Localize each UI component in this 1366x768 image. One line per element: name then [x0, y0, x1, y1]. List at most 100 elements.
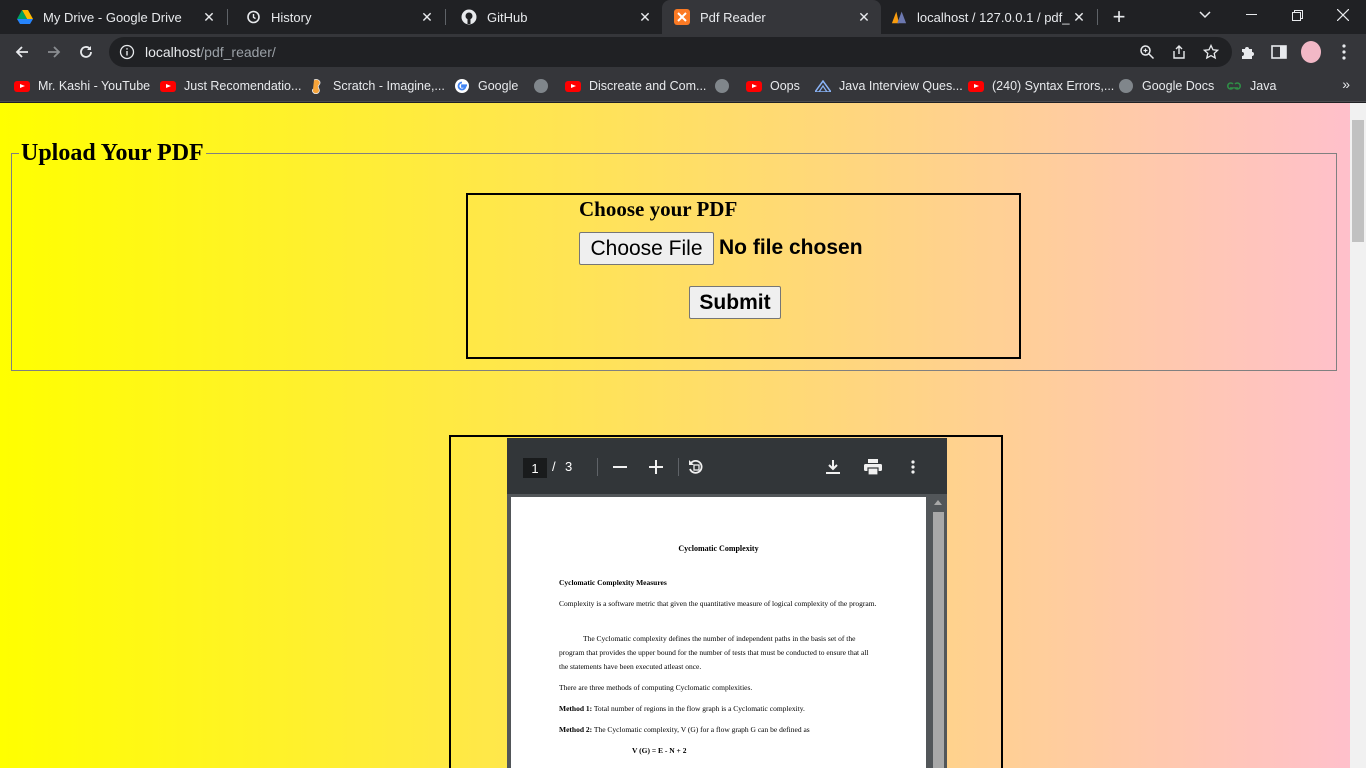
tab-pdf-reader[interactable]: Pdf Reader ✕ [662, 0, 881, 34]
bookmark-item[interactable] [714, 76, 738, 96]
site-icon [815, 78, 831, 94]
method-1-label: Method 1: [559, 704, 593, 713]
bookmark-item[interactable]: Discreate and Com... [565, 76, 706, 96]
tab-history[interactable]: History ✕ [228, 0, 444, 34]
forward-icon[interactable] [40, 38, 68, 66]
tab-title: GitHub [487, 9, 528, 25]
tab-search-icon[interactable] [1182, 0, 1228, 30]
side-panel-icon[interactable] [1269, 42, 1289, 62]
download-icon[interactable] [822, 456, 844, 478]
pdf-page: Cyclomatic Complexity Cyclomatic Complex… [511, 497, 926, 768]
method-1-text: Total number of regions in the flow grap… [592, 704, 805, 713]
bookmark-star-icon[interactable] [1202, 43, 1220, 61]
bookmark-label: Java [1250, 79, 1277, 93]
method-2: Method 2: The Cyclomatic complexity, V (… [559, 723, 879, 737]
share-icon[interactable] [1170, 43, 1188, 61]
tab-github[interactable]: GitHub ✕ [444, 0, 662, 34]
upload-form: Choose your PDF Choose File No file chos… [466, 193, 1021, 359]
page-scrollbar[interactable] [1350, 103, 1366, 768]
bookmark-item[interactable]: Java [1226, 76, 1276, 96]
minimize-icon[interactable] [1228, 0, 1274, 30]
pdf-viewer[interactable]: 1 / 3 Cyclomatic Complexity Cyclomatic C… [507, 438, 947, 768]
globe-icon [1118, 78, 1134, 94]
more-options-icon[interactable] [902, 456, 924, 478]
youtube-icon [746, 78, 762, 94]
bookmark-item[interactable]: Mr. Kashi - YouTube [14, 76, 150, 96]
rotate-icon[interactable] [685, 456, 707, 478]
page-separator: / [552, 459, 556, 474]
formula: V (G) = E - N + 2 [632, 746, 687, 755]
zoom-in-icon[interactable] [645, 456, 667, 478]
bookmark-item[interactable]: Scratch - Imagine,... [309, 76, 445, 96]
pdf-scrollbar[interactable] [930, 496, 947, 768]
tab-phpmyadmin[interactable]: localhost / 127.0.0.1 / pdf_re ✕ [881, 0, 1096, 34]
upload-legend: Upload Your PDF [21, 140, 204, 166]
menu-icon[interactable] [1334, 42, 1354, 62]
page-content: Upload Your PDF Choose your PDF Choose F… [0, 103, 1350, 768]
bookmark-item[interactable] [533, 76, 557, 96]
close-tab-icon[interactable]: ✕ [855, 8, 873, 26]
xampp-icon [674, 9, 690, 25]
pdf-scroll-thumb[interactable] [933, 512, 944, 768]
restore-icon[interactable] [1274, 0, 1320, 30]
close-tab-icon[interactable]: ✕ [200, 8, 218, 26]
globe-icon [714, 78, 730, 94]
omnibox-actions [1138, 43, 1220, 61]
print-icon[interactable] [862, 456, 884, 478]
close-window-icon[interactable] [1320, 0, 1366, 30]
toolbar-divider [678, 458, 679, 476]
bookmark-item[interactable]: Google [454, 76, 518, 96]
avatar [1301, 41, 1321, 63]
tab-title: Pdf Reader [700, 9, 766, 25]
pdf-toolbar: 1 / 3 [507, 438, 947, 494]
document-paragraph: The Cyclomatic complexity defines the nu… [559, 634, 869, 671]
browser-tab-strip: My Drive - Google Drive ✕ History ✕ GitH… [0, 0, 1366, 34]
profile-avatar[interactable] [1301, 41, 1321, 63]
bookmark-label: Scratch - Imagine,... [333, 79, 445, 93]
geeksforgeeks-icon [1226, 78, 1242, 94]
url-path: /pdf_reader/ [200, 44, 276, 60]
google-icon [454, 78, 470, 94]
page-scroll-thumb[interactable] [1352, 120, 1364, 242]
bookmark-item[interactable]: Google Docs [1118, 76, 1214, 96]
github-icon [461, 9, 477, 25]
page-number-input[interactable]: 1 [523, 458, 547, 478]
back-icon[interactable] [8, 38, 36, 66]
youtube-icon [968, 78, 984, 94]
url-host: localhost [145, 44, 201, 60]
document-heading: Cyclomatic Complexity Measures [559, 578, 667, 587]
extensions-icon[interactable] [1237, 42, 1257, 62]
file-status-text: No file chosen [719, 236, 863, 259]
submit-button[interactable]: Submit [689, 286, 781, 319]
bookmark-item[interactable]: Java Interview Ques... [815, 76, 963, 96]
history-icon [245, 9, 261, 25]
close-tab-icon[interactable]: ✕ [1070, 8, 1088, 26]
site-info-icon[interactable] [119, 44, 135, 60]
tab-title: localhost / 127.0.0.1 / pdf_re [917, 9, 1070, 25]
method-1: Method 1: Total number of regions in the… [559, 702, 879, 716]
more-bookmarks-icon[interactable]: » [1342, 76, 1350, 92]
bookmark-item[interactable]: (240) Syntax Errors,... [968, 76, 1114, 96]
bookmarks-bar: Mr. Kashi - YouTube Just Recomendatio...… [0, 70, 1366, 102]
globe-icon [533, 78, 549, 94]
bookmark-label: Just Recomendatio... [184, 79, 302, 93]
pdf-container: 1 / 3 Cyclomatic Complexity Cyclomatic C… [449, 435, 1003, 768]
zoom-icon[interactable] [1138, 43, 1156, 61]
scratch-icon [309, 78, 325, 94]
bookmark-item[interactable]: Oops [746, 76, 800, 96]
phpmyadmin-icon [891, 9, 907, 25]
method-2-label: Method 2: [559, 725, 593, 734]
zoom-out-icon[interactable] [609, 456, 631, 478]
choose-file-button[interactable]: Choose File [579, 232, 714, 265]
close-tab-icon[interactable]: ✕ [636, 8, 654, 26]
youtube-icon [565, 78, 581, 94]
new-tab-button[interactable]: + [1107, 4, 1131, 29]
scroll-up-icon[interactable] [934, 500, 942, 505]
choose-pdf-label: Choose your PDF [579, 197, 738, 221]
close-tab-icon[interactable]: ✕ [418, 8, 436, 26]
tab-google-drive[interactable]: My Drive - Google Drive ✕ [0, 0, 226, 34]
reload-icon[interactable] [72, 38, 100, 66]
browser-toolbar: localhost/pdf_reader/ [0, 34, 1366, 70]
address-bar[interactable]: localhost/pdf_reader/ [109, 37, 1232, 67]
bookmark-item[interactable]: Just Recomendatio... [160, 76, 301, 96]
